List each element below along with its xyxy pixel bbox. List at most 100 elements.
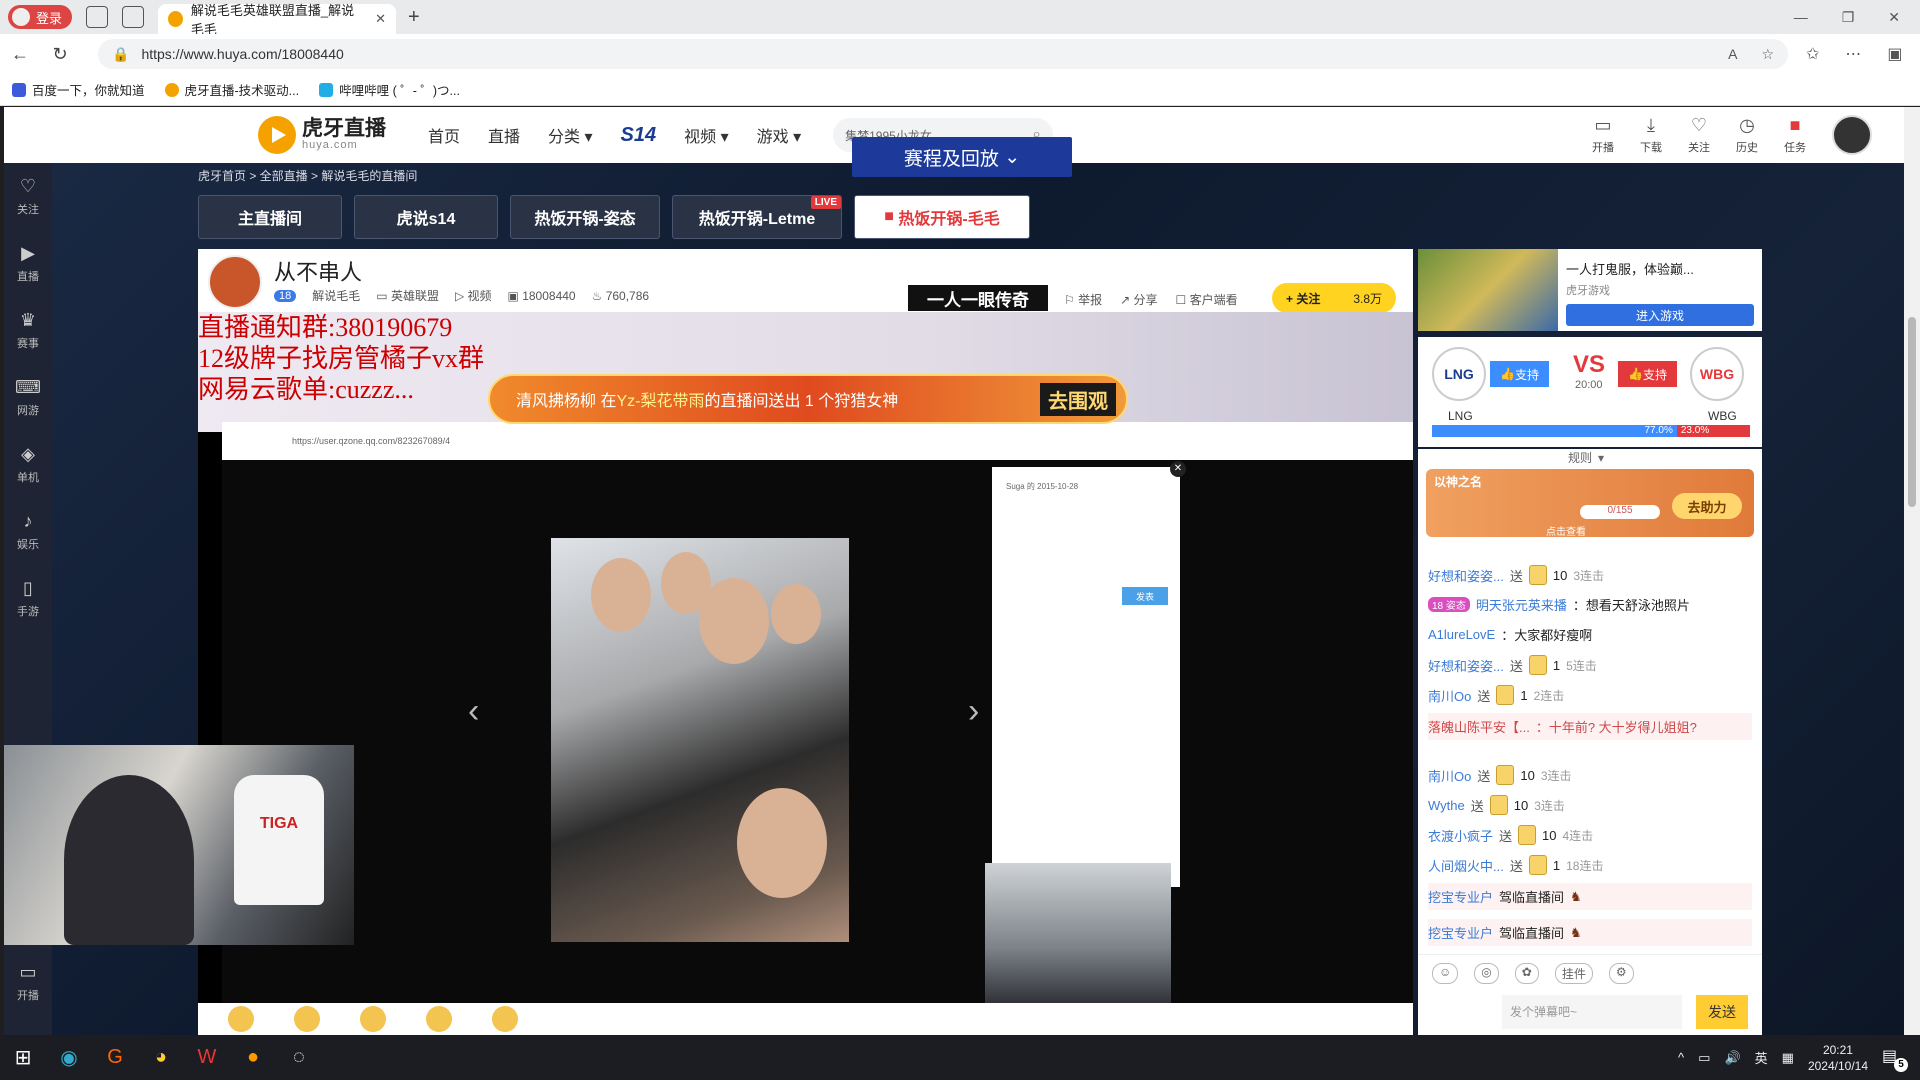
tab-main-room[interactable]: 主直播间 bbox=[198, 195, 342, 239]
header-follow[interactable]: ♡ 关注 bbox=[1688, 115, 1710, 155]
breadcrumb[interactable]: 虎牙首页 > 全部直播 > 解说毛毛的直播间 bbox=[198, 167, 417, 184]
app-owl-icon[interactable]: ◕ bbox=[138, 1035, 184, 1080]
start-icon[interactable]: ⊞ bbox=[0, 1035, 46, 1080]
help-button[interactable]: 去助力 bbox=[1672, 493, 1742, 519]
game-ad[interactable]: 一人打鬼服，体验巅... 虎牙游戏 进入游戏 bbox=[1418, 249, 1762, 331]
rail-events[interactable]: ♛ 赛事 bbox=[4, 297, 52, 364]
report-button[interactable]: ⚐ 举报 bbox=[1064, 291, 1102, 308]
huya-logo[interactable]: 虎牙直播 huya.com bbox=[258, 116, 386, 154]
app-g-icon[interactable]: G bbox=[92, 1035, 138, 1080]
ime-grid-icon[interactable]: ▦ bbox=[1782, 1050, 1794, 1066]
user-avatar[interactable] bbox=[1832, 115, 1872, 155]
widget-button[interactable]: 挂件 bbox=[1554, 963, 1593, 984]
tray-expand-icon[interactable]: ^ bbox=[1678, 1050, 1684, 1065]
refresh-icon[interactable]: ↻ bbox=[40, 44, 80, 65]
gift-icon[interactable] bbox=[228, 1006, 254, 1032]
gift-box-icon: ■ bbox=[1789, 115, 1801, 135]
app-circle-icon[interactable]: ◌ bbox=[276, 1035, 322, 1080]
favorites-icon[interactable]: ✩ bbox=[1806, 44, 1819, 64]
follow-button[interactable]: + 关注 3.8万 bbox=[1272, 283, 1396, 313]
room-info: 从不串人 18 解说毛毛 ▭ 英雄联盟 ▷ 视频 ▣ 18008440 ♨ 76… bbox=[198, 249, 1413, 313]
chat-input[interactable]: 发个弹幕吧~ bbox=[1502, 995, 1682, 1029]
tab-letme[interactable]: 热饭开锅-Letme LIVE bbox=[672, 195, 842, 239]
nav-home[interactable]: 首页 bbox=[428, 123, 460, 147]
room-banner[interactable]: 一人一眼传奇 bbox=[908, 285, 1048, 311]
gift-icon[interactable] bbox=[492, 1006, 518, 1032]
sidebar-icon[interactable]: ▣ bbox=[1887, 44, 1902, 64]
notification-icon[interactable]: ▤ 5 bbox=[1882, 1046, 1908, 1072]
chat-message: 好想和姿姿... 送 10 3连击 bbox=[1428, 565, 1604, 585]
close-window-icon[interactable]: ✕ bbox=[1888, 9, 1900, 26]
support-wbg-button[interactable]: 👍 支持 bbox=[1618, 361, 1677, 387]
restore-icon[interactable]: ❐ bbox=[1842, 9, 1855, 26]
host-name[interactable]: 解说毛毛 bbox=[312, 287, 360, 304]
header-history[interactable]: ◷ 历史 bbox=[1736, 115, 1758, 155]
schedule-button[interactable]: 赛程及回放 ⌄ bbox=[852, 137, 1072, 177]
prev-arrow-icon[interactable]: ‹ bbox=[468, 692, 479, 731]
favorite-star-icon[interactable]: ☆ bbox=[1761, 46, 1774, 63]
streamer-avatar[interactable] bbox=[208, 255, 262, 309]
page-scrollbar[interactable] bbox=[1904, 107, 1920, 1035]
settings-icon[interactable]: ⚙ bbox=[1608, 963, 1634, 984]
scroll-thumb[interactable] bbox=[1908, 317, 1916, 507]
collections-icon[interactable] bbox=[86, 6, 109, 28]
back-icon[interactable]: ← bbox=[0, 44, 40, 65]
sticker-icon[interactable]: ◎ bbox=[1474, 963, 1499, 984]
clock[interactable]: 20:21 2024/10/14 bbox=[1808, 1042, 1868, 1074]
nav-video[interactable]: 视频 ▾ bbox=[684, 123, 729, 147]
header-start-live[interactable]: ▭ 开播 bbox=[1592, 115, 1614, 155]
read-aloud-icon[interactable]: A bbox=[1728, 46, 1737, 63]
minimize-icon[interactable]: — bbox=[1794, 9, 1808, 26]
tab-hushuo-s14[interactable]: 虎说s14 bbox=[354, 195, 498, 239]
rail-mobile-games[interactable]: ▯ 手游 bbox=[4, 565, 52, 632]
gift-icon[interactable] bbox=[426, 1006, 452, 1032]
s14-logo[interactable]: S14 bbox=[621, 124, 657, 147]
video-player[interactable]: https://user.qzone.qq.com/823267089/4 ‹ … bbox=[198, 312, 1413, 1035]
rule-link[interactable]: 规则 ▾ bbox=[1568, 449, 1604, 466]
new-tab-icon[interactable]: + bbox=[408, 6, 420, 29]
header-tasks[interactable]: ■ 任务 bbox=[1784, 115, 1806, 155]
more-icon[interactable]: ⋯ bbox=[1845, 44, 1861, 64]
tab-maomao[interactable]: ■ 热饭开锅-毛毛 bbox=[854, 195, 1030, 239]
tab-zitai[interactable]: 热饭开锅-姿态 bbox=[510, 195, 660, 239]
nav-category[interactable]: 分类 ▾ bbox=[548, 123, 593, 147]
rail-start-live[interactable]: ▭ 开播 bbox=[4, 949, 52, 1016]
rail-follow[interactable]: ♡ 关注 bbox=[4, 163, 52, 230]
rail-single-games[interactable]: ◈ 单机 bbox=[4, 431, 52, 498]
tab-actions-icon[interactable] bbox=[122, 6, 145, 28]
favorite-bilibili[interactable]: 哔哩哔哩 ( ゜- ゜)つ... bbox=[319, 80, 460, 99]
chat-message: 好想和姿姿... 送 1 5连击 bbox=[1428, 655, 1597, 675]
nav-games[interactable]: 游戏 ▾ bbox=[757, 123, 802, 147]
url-field[interactable]: 🔒 https://www.huya.com/18008440 A ☆ bbox=[98, 39, 1788, 69]
next-arrow-icon[interactable]: › bbox=[968, 692, 979, 731]
support-lng-button[interactable]: 👍 支持 bbox=[1490, 361, 1549, 387]
view-more-link[interactable]: 点击查看 bbox=[1546, 523, 1586, 538]
favorite-baidu[interactable]: 百度一下，你就知道 bbox=[12, 80, 145, 99]
volume-icon[interactable]: 🔊 bbox=[1724, 1050, 1740, 1066]
login-button[interactable]: 登录 bbox=[8, 5, 73, 29]
ime-language[interactable]: 英 bbox=[1755, 1048, 1768, 1067]
category-link[interactable]: ▭ 英雄联盟 bbox=[376, 287, 439, 304]
gift-broadcast[interactable]: 清风拂杨柳 在 Yz-梨花带雨 的直播间送出 1 个狩猎女神 去围观 bbox=[488, 374, 1128, 424]
network-icon[interactable]: ▭ bbox=[1698, 1050, 1710, 1066]
video-link[interactable]: ▷ 视频 bbox=[455, 287, 492, 304]
fan-icon[interactable]: ✿ bbox=[1514, 963, 1539, 984]
client-watch-button[interactable]: ☐ 客户端看 bbox=[1176, 291, 1238, 308]
enter-game-button[interactable]: 进入游戏 bbox=[1566, 304, 1754, 326]
send-button[interactable]: 发送 bbox=[1696, 995, 1748, 1029]
browser-tab[interactable]: 解说毛毛英雄联盟直播_解说毛毛 ✕ bbox=[158, 3, 397, 37]
edge-icon[interactable]: ◉ bbox=[46, 1035, 92, 1080]
gift-icon[interactable] bbox=[294, 1006, 320, 1032]
emoji-icon[interactable]: ☺ bbox=[1432, 963, 1459, 984]
rail-online-games[interactable]: ⌨ 网游 bbox=[4, 364, 52, 431]
gift-icon[interactable] bbox=[360, 1006, 386, 1032]
header-download[interactable]: ⤓ 下载 bbox=[1640, 115, 1662, 155]
rail-live[interactable]: ▶ 直播 bbox=[4, 230, 52, 297]
favorite-huya[interactable]: 虎牙直播-技术驱动... bbox=[164, 80, 299, 99]
nav-live[interactable]: 直播 bbox=[488, 123, 520, 147]
huya-app-icon[interactable]: ● bbox=[230, 1035, 276, 1080]
rail-entertainment[interactable]: ♪ 娱乐 bbox=[4, 498, 52, 565]
share-button[interactable]: ↗ 分享 bbox=[1120, 291, 1157, 308]
close-tab-icon[interactable]: ✕ bbox=[375, 11, 386, 27]
wps-icon[interactable]: W bbox=[184, 1035, 230, 1080]
